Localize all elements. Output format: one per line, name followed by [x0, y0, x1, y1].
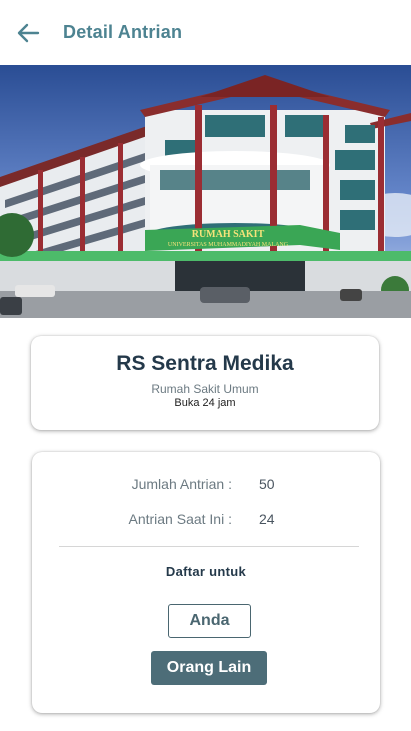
- register-other-button[interactable]: Orang Lain: [151, 651, 267, 685]
- back-button[interactable]: [14, 19, 42, 47]
- register-self-button[interactable]: Anda: [168, 604, 251, 638]
- divider: [59, 546, 359, 547]
- hospital-photo: RUMAH SAKIT UNIVERSITAS MUHAMMADIYAH MAL…: [0, 65, 411, 318]
- page-title: Detail Antrian: [63, 22, 183, 42]
- arrow-left-icon: [17, 23, 40, 43]
- current-queue-label: Antrian Saat Ini :: [128, 511, 232, 527]
- hospital-type: Rumah Sakit Umum: [151, 382, 259, 396]
- hospital-info-card: RS Sentra Medika Rumah Sakit Umum Buka 2…: [31, 336, 379, 430]
- register-for-label: Daftar untuk: [165, 564, 247, 579]
- app-bar: Detail Antrian: [0, 0, 411, 65]
- hospital-name: RS Sentra Medika: [116, 352, 294, 375]
- current-queue-value: 24: [259, 511, 275, 527]
- queue-card: Jumlah Antrian : 50 Antrian Saat Ini : 2…: [32, 452, 380, 713]
- total-queue-label: Jumlah Antrian :: [131, 476, 232, 492]
- total-queue-value: 50: [259, 476, 275, 492]
- opening-hours: Buka 24 jam: [174, 397, 236, 409]
- hospital-sign-subtitle: UNIVERSITAS MUHAMMADIYAH MALANG: [168, 242, 289, 248]
- hospital-sign-title: RUMAH SAKIT: [192, 229, 265, 240]
